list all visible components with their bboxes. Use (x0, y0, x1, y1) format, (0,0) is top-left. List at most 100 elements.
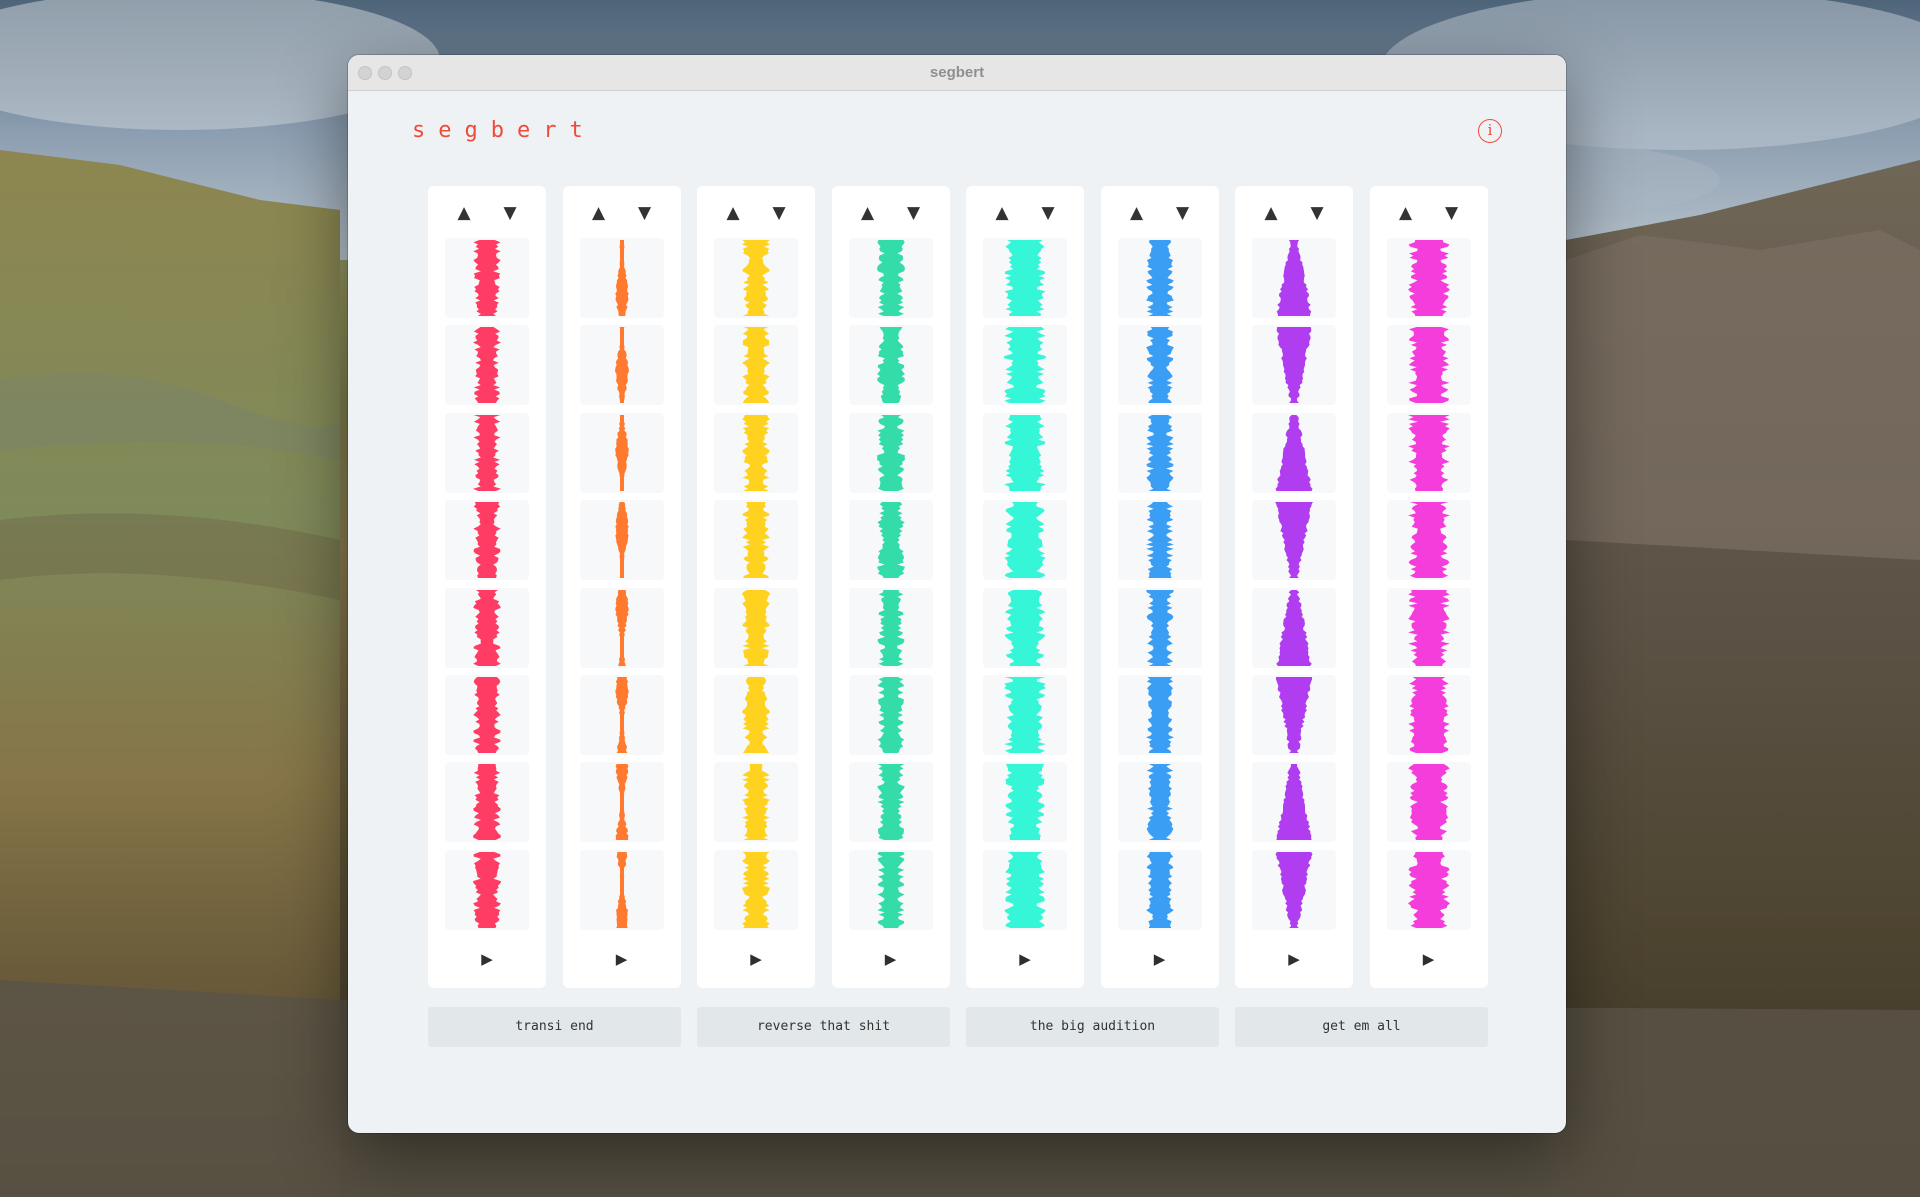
waveform-segment[interactable] (1252, 500, 1336, 581)
waveform-segment[interactable] (1386, 412, 1471, 493)
waveform-segment[interactable] (848, 412, 933, 493)
waveform-segment[interactable] (579, 500, 664, 581)
waveform-segment[interactable] (1117, 675, 1202, 755)
segment-list (563, 186, 681, 988)
waveform-segment[interactable] (983, 238, 1067, 318)
waveform-segment[interactable] (983, 762, 1067, 843)
waveform-shape (473, 851, 501, 928)
action-button[interactable]: transi end (428, 1007, 681, 1047)
waveform-segment[interactable] (445, 762, 529, 843)
waveform-segment[interactable] (1252, 849, 1336, 930)
waveform-shape (742, 414, 770, 491)
waveform-segment[interactable] (579, 238, 664, 318)
waveform-segment[interactable] (1252, 675, 1336, 755)
waveform-segment[interactable] (445, 238, 529, 318)
waveform-segment[interactable] (1252, 412, 1336, 493)
play-icon[interactable]: ▶ (1417, 948, 1441, 970)
waveform-shape (473, 240, 501, 316)
waveform-segment[interactable] (579, 412, 664, 493)
waveform-segment[interactable] (1252, 238, 1336, 318)
waveform-segment[interactable] (983, 325, 1067, 406)
waveform-segment[interactable] (714, 238, 798, 318)
waveform-segment[interactable] (714, 849, 798, 930)
waveform-segment[interactable] (714, 587, 798, 668)
waveform-icon (1276, 240, 1312, 316)
waveform-segment[interactable] (1386, 587, 1471, 668)
waveform-icon (1276, 327, 1312, 404)
waveform-icon (1004, 589, 1046, 666)
waveform-shape (1276, 327, 1312, 404)
waveform-segment[interactable] (714, 500, 798, 581)
action-button[interactable]: the big audition (966, 1007, 1219, 1047)
play-icon[interactable]: ▶ (879, 948, 903, 970)
window-title: segbert (929, 64, 985, 81)
waveform-segment[interactable] (579, 325, 664, 406)
waveform-icon (614, 677, 629, 753)
waveform-segment[interactable] (579, 675, 664, 755)
play-icon[interactable]: ▶ (475, 948, 499, 970)
waveform-segment[interactable] (714, 675, 798, 755)
waveform-segment[interactable] (445, 587, 529, 668)
waveform-segment[interactable] (983, 587, 1067, 668)
waveform-segment[interactable] (848, 762, 933, 843)
play-icon[interactable]: ▶ (1013, 948, 1037, 970)
waveform-segment[interactable] (983, 500, 1067, 581)
waveform-segment[interactable] (1117, 500, 1202, 581)
waveform-segment[interactable] (983, 412, 1067, 493)
play-icon[interactable]: ▶ (1148, 948, 1172, 970)
waveform-segment[interactable] (579, 762, 664, 843)
segment-list (1370, 186, 1488, 988)
waveform-segment[interactable] (1117, 587, 1202, 668)
waveform-segment[interactable] (983, 849, 1067, 930)
waveform-segment[interactable] (1117, 412, 1202, 493)
waveform-segment[interactable] (579, 849, 664, 930)
waveform-segment[interactable] (848, 325, 933, 406)
waveform-icon (1407, 589, 1450, 666)
waveform-shape (1145, 589, 1174, 666)
waveform-segment[interactable] (1117, 849, 1202, 930)
waveform-segment[interactable] (714, 325, 798, 406)
waveform-icon (614, 589, 629, 666)
waveform-segment[interactable] (848, 500, 933, 581)
waveform-icon (1004, 327, 1046, 404)
play-icon[interactable]: ▶ (1282, 948, 1306, 970)
waveform-segment[interactable] (1386, 849, 1471, 930)
waveform-segment[interactable] (983, 675, 1067, 755)
waveform-segment[interactable] (848, 675, 933, 755)
waveform-segment[interactable] (1386, 238, 1471, 318)
waveform-segment[interactable] (1252, 325, 1336, 406)
waveform-segment[interactable] (848, 587, 933, 668)
waveform-segment[interactable] (1386, 500, 1471, 581)
play-icon[interactable]: ▶ (744, 948, 768, 970)
waveform-shape (1004, 677, 1046, 753)
waveform-segment[interactable] (848, 849, 933, 930)
waveform-icon (742, 502, 770, 579)
waveform-segment[interactable] (848, 238, 933, 318)
info-icon[interactable]: i (1478, 119, 1502, 143)
waveform-shape (742, 589, 770, 666)
action-button[interactable]: get em all (1235, 1007, 1488, 1047)
waveform-icon (1275, 851, 1313, 928)
waveform-icon (1276, 764, 1312, 841)
waveform-icon (1407, 327, 1450, 404)
waveform-segment[interactable] (1386, 762, 1471, 843)
action-button[interactable]: reverse that shit (697, 1007, 950, 1047)
waveform-segment[interactable] (1386, 325, 1471, 406)
waveform-segment[interactable] (445, 675, 529, 755)
waveform-segment[interactable] (1117, 762, 1202, 843)
waveform-segment[interactable] (1386, 675, 1471, 755)
waveform-segment[interactable] (445, 849, 529, 930)
waveform-segment[interactable] (445, 412, 529, 493)
waveform-segment[interactable] (1117, 325, 1202, 406)
waveform-segment[interactable] (714, 762, 798, 843)
waveform-segment[interactable] (579, 587, 664, 668)
track-column: ▲ ▼ ▶ (966, 186, 1084, 988)
waveform-segment[interactable] (445, 500, 529, 581)
waveform-segment[interactable] (445, 325, 529, 406)
waveform-shape (614, 240, 629, 316)
waveform-segment[interactable] (1252, 762, 1336, 843)
waveform-segment[interactable] (714, 412, 798, 493)
play-icon[interactable]: ▶ (610, 948, 634, 970)
waveform-segment[interactable] (1252, 587, 1336, 668)
waveform-segment[interactable] (1117, 238, 1202, 318)
